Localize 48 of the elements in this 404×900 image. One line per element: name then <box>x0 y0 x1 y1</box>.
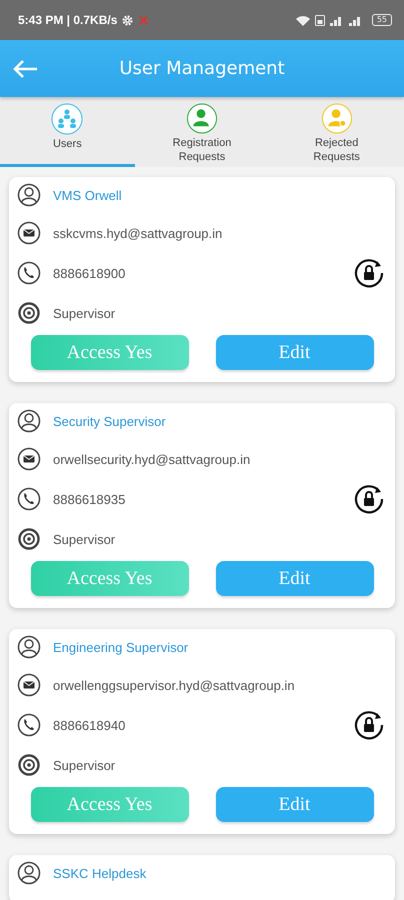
status-time: 5:43 PM | 0.7KB/s <box>18 13 118 27</box>
screen-title: User Management <box>118 58 286 79</box>
lock-reset-icon[interactable] <box>353 257 385 289</box>
target-icon <box>17 301 41 325</box>
user-phone: 8886618935 <box>53 492 126 506</box>
tab[interactable]: Registration Requests <box>134 97 270 167</box>
phone-icon <box>17 713 41 737</box>
cross-icon <box>138 14 150 26</box>
user-icon <box>17 409 41 433</box>
user-email: sskcvms.hyd@sattvagroup.in <box>53 226 222 240</box>
access-button[interactable]: Access Yes <box>30 787 188 822</box>
back-arrow-icon[interactable] <box>12 58 38 78</box>
target-icon <box>17 527 41 551</box>
tab[interactable]: Users <box>0 97 135 167</box>
phone-icon <box>17 487 41 511</box>
gear-icon <box>122 14 134 26</box>
sim-icon <box>314 14 325 26</box>
tab[interactable]: Rejected Requests <box>269 97 404 167</box>
phone-icon <box>17 261 41 285</box>
user-email: orwellsecurity.hyd@sattvagroup.in <box>53 452 250 466</box>
wifi-icon <box>296 14 310 26</box>
user-icon <box>17 861 41 885</box>
user-name: Engineering Supervisor <box>53 640 188 654</box>
user-phone: 8886618940 <box>53 718 126 732</box>
user-role: Supervisor <box>53 758 116 772</box>
user-icon <box>17 635 41 659</box>
edit-button[interactable]: Edit <box>216 787 374 822</box>
user-role: Supervisor <box>53 306 116 320</box>
target-icon <box>17 753 41 777</box>
signal-icon <box>330 14 344 26</box>
mail-icon <box>17 673 41 697</box>
edit-button[interactable]: Edit <box>216 335 374 370</box>
user-icon <box>17 183 41 207</box>
signal-icon <box>348 14 363 26</box>
user-name: VMS Orwell <box>53 188 122 202</box>
access-button[interactable]: Access Yes <box>30 335 188 370</box>
user-email: orwellenggsupervisor.hyd@sattvagroup.in <box>53 678 295 692</box>
user-phone: 8886618900 <box>53 266 126 280</box>
mail-icon <box>17 447 41 471</box>
mail-icon <box>17 221 41 245</box>
lock-reset-icon[interactable] <box>353 709 385 741</box>
user-role: Supervisor <box>53 532 116 546</box>
access-button[interactable]: Access Yes <box>30 561 188 596</box>
battery-level: 55 <box>372 14 392 26</box>
user-name: SSKC Helpdesk <box>53 866 146 880</box>
user-name: Security Supervisor <box>53 414 166 428</box>
edit-button[interactable]: Edit <box>216 561 374 596</box>
lock-reset-icon[interactable] <box>353 483 385 515</box>
